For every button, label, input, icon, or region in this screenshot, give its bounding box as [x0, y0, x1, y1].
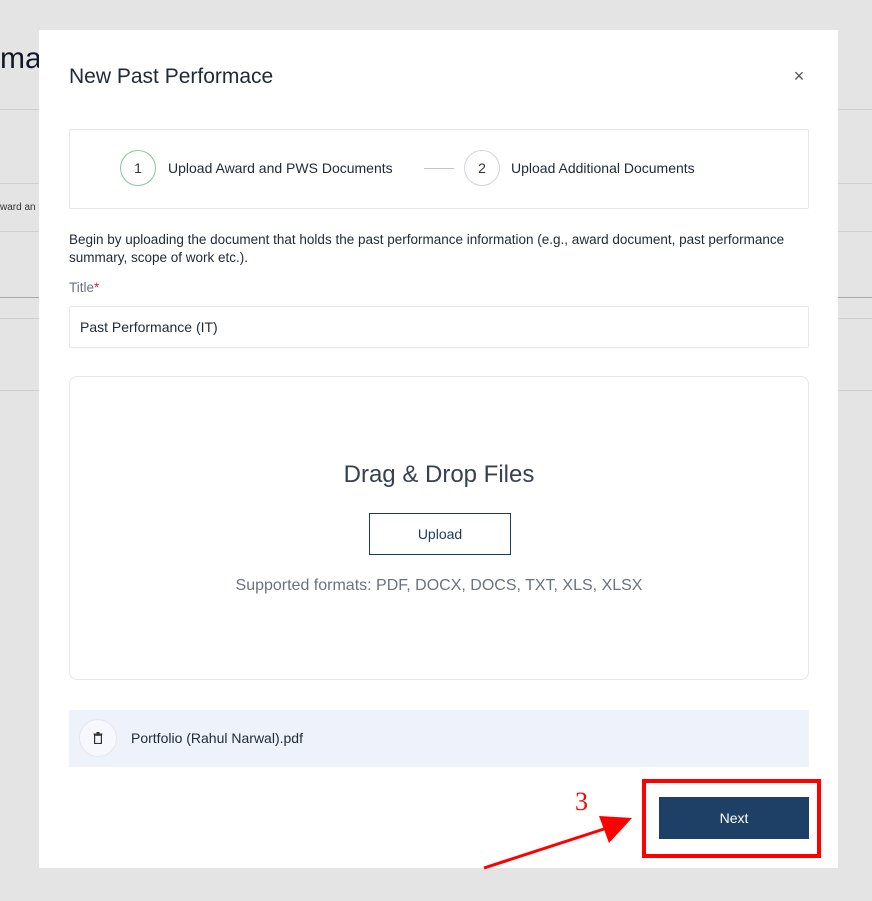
title-label-text: Title: [69, 280, 95, 295]
modal-title: New Past Performace: [69, 65, 274, 88]
step-1-indicator: 1: [120, 150, 156, 186]
step-1-number: 1: [134, 160, 142, 176]
annotation-step-number: 3: [575, 787, 588, 816]
new-past-performance-modal: New Past Performace × 1 Upload Award and…: [39, 30, 838, 868]
step-2-number: 2: [478, 160, 486, 176]
background-table-text: ward an: [0, 202, 36, 213]
trash-icon: [93, 732, 103, 744]
delete-file-button[interactable]: [79, 719, 117, 757]
step-connector: [424, 168, 454, 169]
dropzone-heading: Drag & Drop Files: [343, 461, 535, 488]
title-field-label: Title*: [69, 280, 99, 295]
file-name: Portfolio (Rahul Narwal).pdf: [131, 730, 303, 746]
close-icon[interactable]: ×: [789, 66, 809, 86]
stepper: 1 Upload Award and PWS Documents 2 Uploa…: [69, 129, 809, 209]
upload-button[interactable]: Upload: [369, 513, 511, 555]
uploaded-file-item: Portfolio (Rahul Narwal).pdf: [69, 710, 809, 767]
file-dropzone[interactable]: Drag & Drop Files Upload Supported forma…: [69, 376, 809, 680]
annotation-highlight-box: [642, 779, 821, 858]
step-1-label: Upload Award and PWS Documents: [168, 160, 393, 176]
supported-formats-text: Supported formats: PDF, DOCX, DOCS, TXT,…: [235, 577, 643, 594]
required-mark: *: [94, 280, 100, 295]
step-2-label: Upload Additional Documents: [511, 160, 695, 176]
title-input[interactable]: [69, 306, 809, 348]
background-page-title: ma: [0, 42, 39, 75]
step-2-indicator: 2: [464, 150, 500, 186]
intro-text: Begin by uploading the document that hol…: [69, 232, 785, 265]
